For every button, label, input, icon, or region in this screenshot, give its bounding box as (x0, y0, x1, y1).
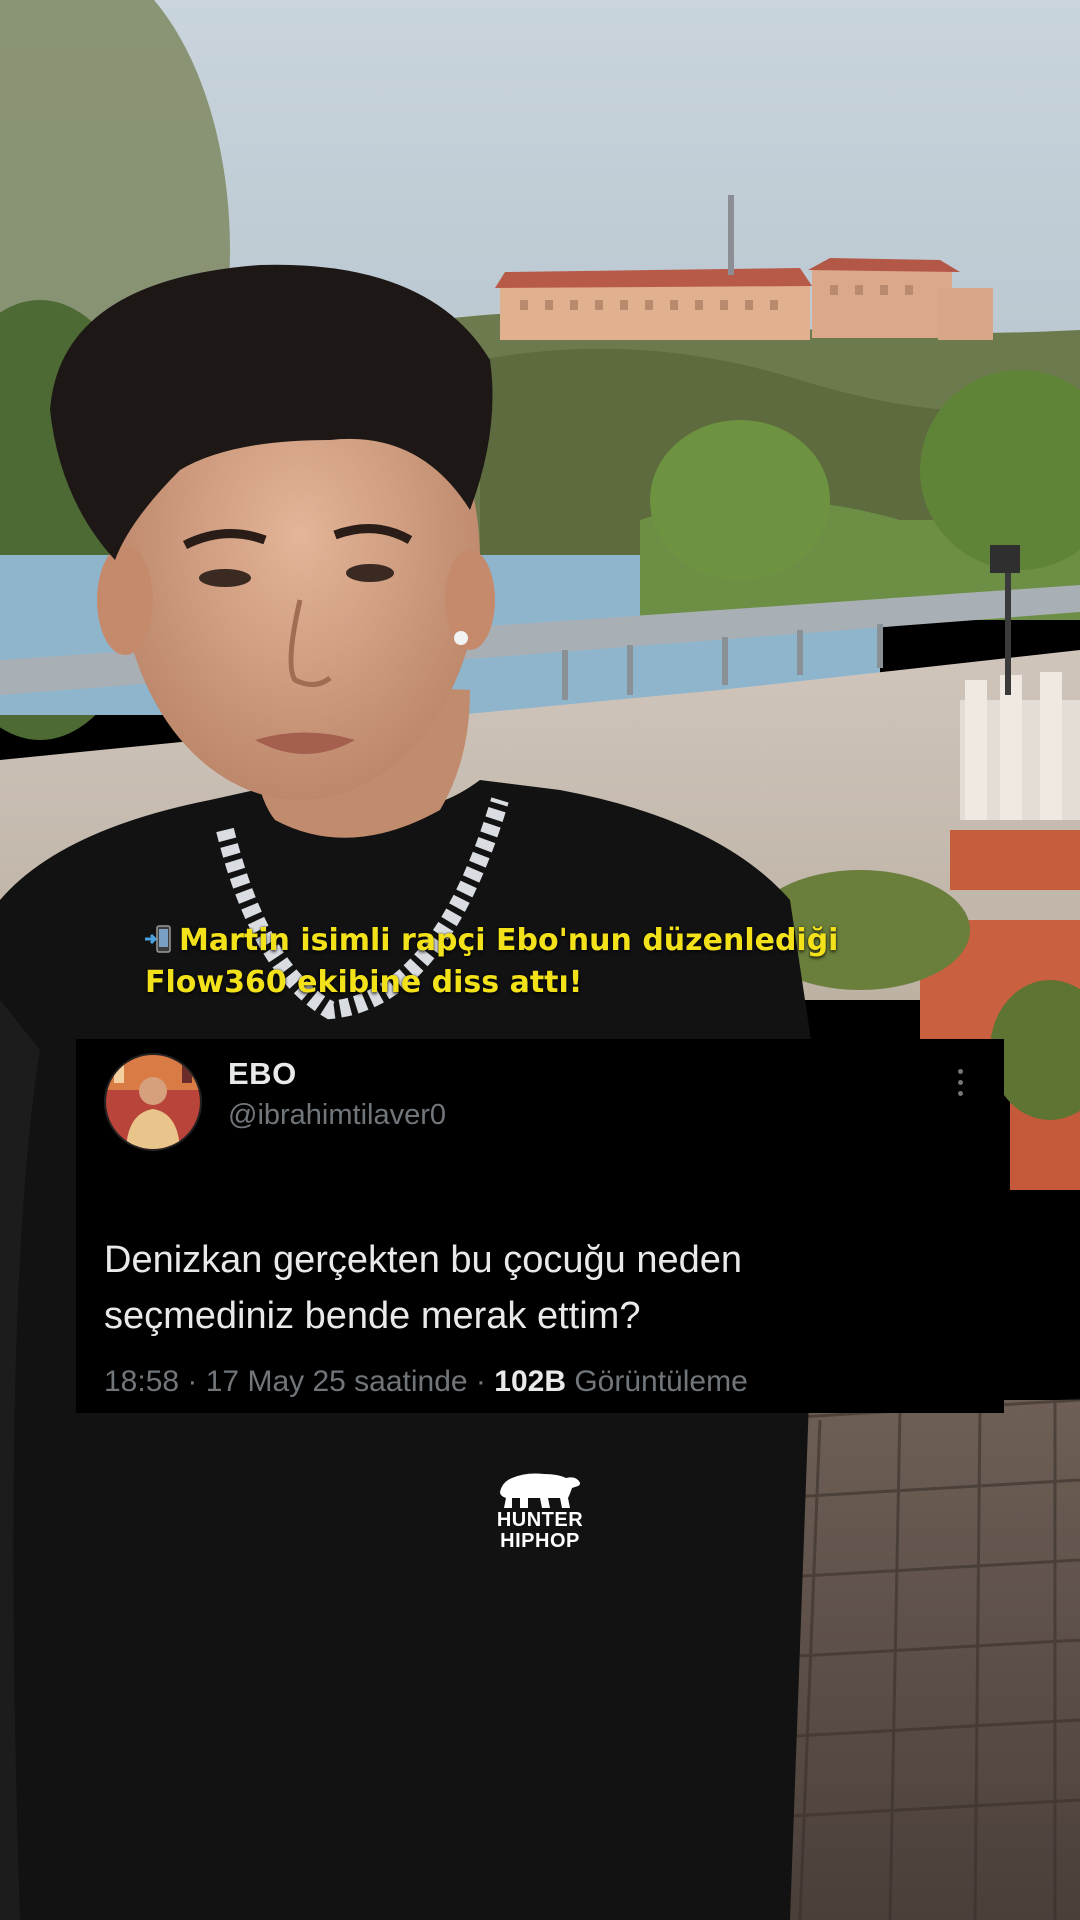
video-caption: Martin isimli rapçi Ebo'nun düzenlediği … (145, 920, 965, 1004)
tweet-meta: 18:58 · 17 May 25 saatinde · 102B Görünt… (104, 1365, 748, 1399)
tweet-card[interactable]: EBO @ibrahimtilaver0 Denizkan gerçekten … (76, 1039, 1004, 1413)
caption-text-1: Martin isimli rapçi Ebo'nun düzenlediği (179, 923, 839, 958)
tweet-time: 18:58 (104, 1365, 180, 1398)
hunter-hiphop-logo: HUNTER HIPHOP (488, 1468, 592, 1552)
logo-line-1: HUNTER (496, 1509, 584, 1531)
avatar[interactable] (104, 1053, 202, 1151)
more-options-icon[interactable] (956, 1069, 964, 1103)
tweet-views-label: Görüntüleme (574, 1365, 748, 1398)
bear-icon (500, 1473, 580, 1508)
tweet-text: Denizkan gerçekten bu çocuğu neden seçme… (104, 1232, 974, 1344)
tweet-views-count: 102B (494, 1365, 566, 1398)
meta-separator: · (467, 1365, 495, 1398)
tweet-text-line-2: seçmediniz bende merak ettim? (104, 1295, 641, 1337)
tweet-date: 17 May 25 saatinde (205, 1365, 468, 1398)
tweet-author-handle[interactable]: @ibrahimtilaver0 (228, 1099, 446, 1132)
tweet-author-name[interactable]: EBO (228, 1056, 297, 1092)
mobile-arrow-icon (145, 924, 171, 954)
caption-text-2: Flow360 ekibine diss attı! (145, 965, 583, 1000)
tweet-text-line-1: Denizkan gerçekten bu çocuğu neden (104, 1239, 743, 1281)
caption-line-1: Martin isimli rapçi Ebo'nun düzenlediği (145, 920, 965, 962)
meta-separator: · (179, 1365, 206, 1398)
logo-line-2: HIPHOP (500, 1530, 580, 1552)
